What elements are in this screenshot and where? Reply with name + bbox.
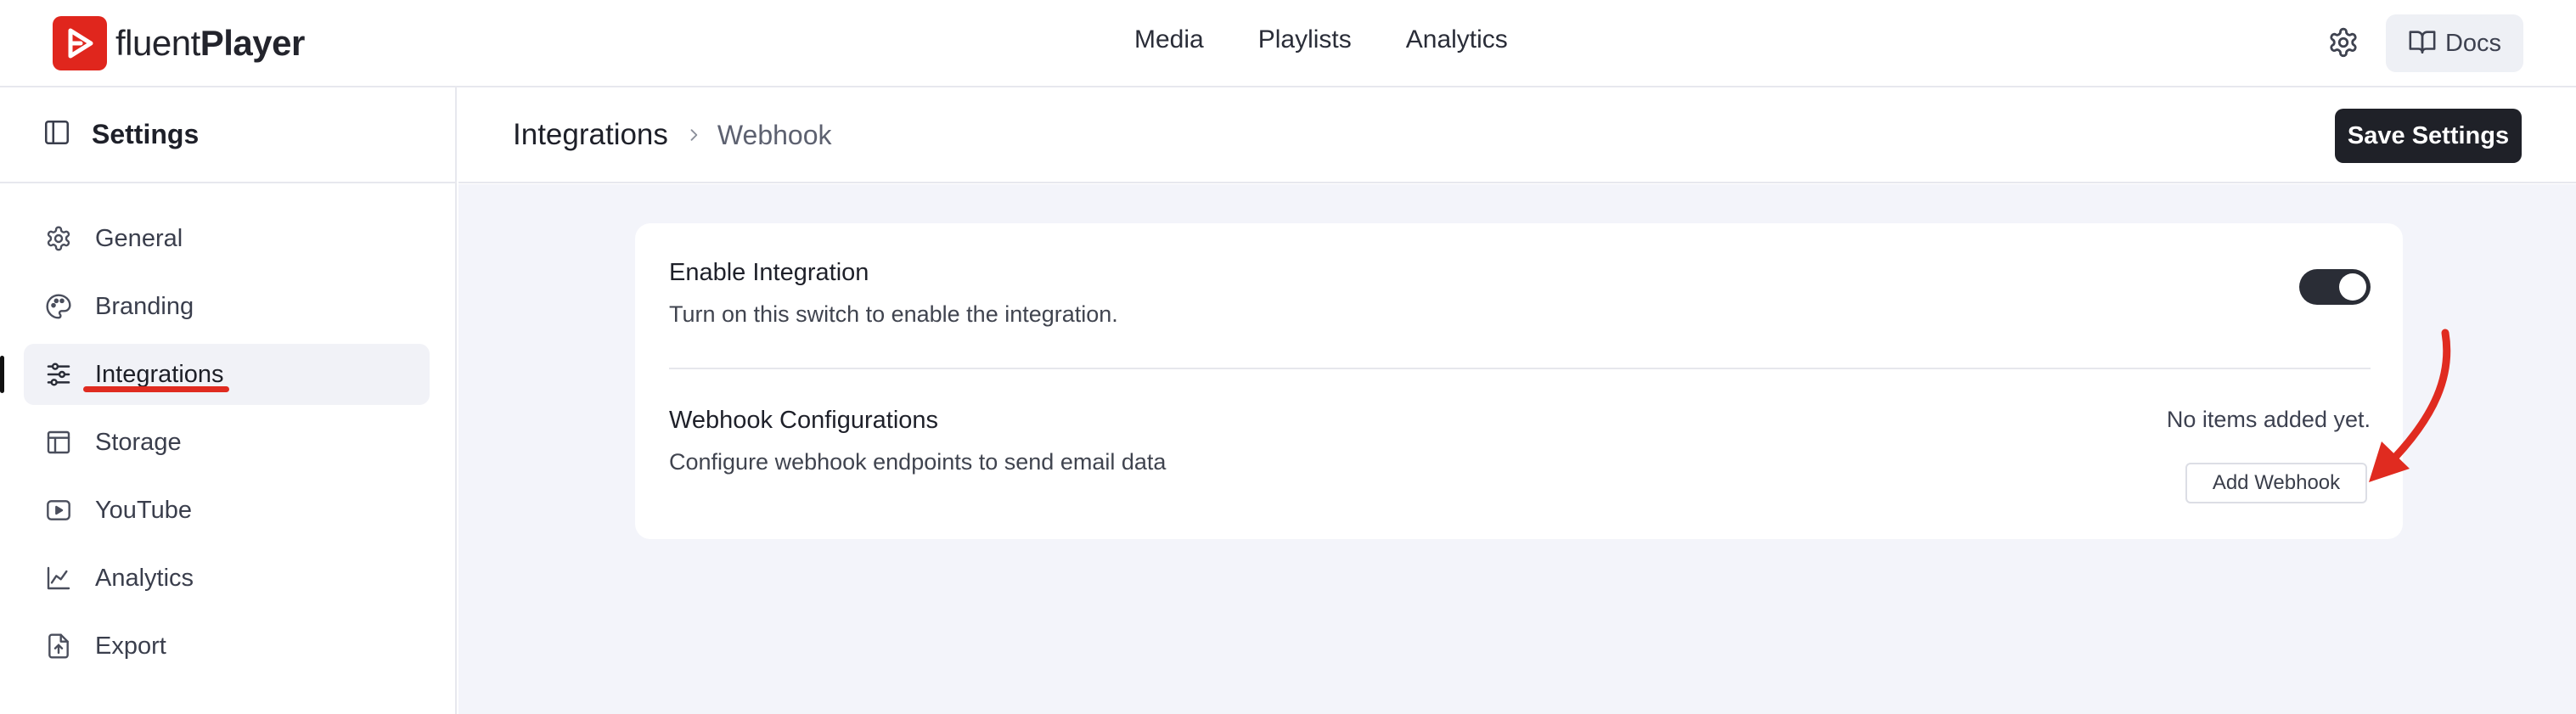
settings-sidebar: Settings General Branding Integrations S… (0, 87, 457, 714)
sidebar-item-export[interactable]: Export (24, 616, 430, 677)
logo-mark-icon (53, 16, 107, 70)
webhook-configurations-title: Webhook Configurations (669, 407, 939, 434)
sidebar-item-label: YouTube (95, 496, 192, 524)
active-indicator (0, 356, 4, 393)
sidebar-panel-icon[interactable] (42, 118, 71, 151)
sliders-icon (44, 360, 73, 389)
breadcrumb: Integrations Webhook (513, 118, 832, 152)
enable-integration-toggle[interactable] (2299, 269, 2371, 305)
chevron-right-icon (685, 126, 702, 143)
brand-name-light: fluent (115, 23, 200, 63)
webhook-configurations-description: Configure webhook endpoints to send emai… (669, 449, 1167, 475)
enable-integration-description: Turn on this switch to enable the integr… (669, 301, 1118, 327)
section-divider (669, 368, 2371, 369)
line-chart-icon (44, 564, 73, 593)
top-bar: fluentPlayer Media Playlists Analytics D… (0, 0, 2576, 87)
sidebar-item-youtube[interactable]: YouTube (24, 480, 430, 541)
nav-playlists[interactable]: Playlists (1258, 25, 1352, 54)
breadcrumb-integrations[interactable]: Integrations (513, 118, 668, 152)
add-webhook-button[interactable]: Add Webhook (2185, 463, 2367, 503)
sidebar-menu: General Branding Integrations Storage Yo… (0, 208, 457, 683)
empty-state-text: No items added yet. (2166, 407, 2371, 432)
docs-label: Docs (2444, 29, 2502, 57)
nav-analytics[interactable]: Analytics (1406, 25, 1508, 54)
breadcrumb-webhook: Webhook (717, 119, 832, 150)
save-settings-button[interactable]: Save Settings (2335, 109, 2522, 163)
sidebar-title: Settings (92, 119, 200, 149)
sidebar-item-branding[interactable]: Branding (24, 276, 430, 337)
brand-logo[interactable]: fluentPlayer (53, 16, 305, 70)
gear-icon (44, 224, 73, 253)
sidebar-item-label: Analytics (95, 564, 194, 592)
sidebar-item-label: Storage (95, 428, 182, 456)
brand-name: fluentPlayer (115, 23, 305, 64)
sidebar-header: Settings (0, 87, 455, 183)
main-content: Enable Integration Turn on this switch t… (458, 184, 2576, 714)
sidebar-item-label: Export (95, 632, 166, 660)
docs-button[interactable]: Docs (2386, 14, 2523, 72)
palette-icon (44, 292, 73, 321)
gear-icon[interactable] (2323, 22, 2364, 63)
storage-layout-icon (44, 428, 73, 457)
top-navigation: Media Playlists Analytics (1134, 25, 1508, 54)
book-open-icon (2408, 27, 2437, 60)
sidebar-item-label: Branding (95, 292, 194, 320)
enable-integration-title: Enable Integration (669, 259, 869, 286)
sidebar-item-storage[interactable]: Storage (24, 412, 430, 473)
sidebar-item-label: Integrations (95, 360, 224, 388)
annotation-underline (83, 386, 229, 392)
play-square-icon (44, 496, 73, 525)
sidebar-item-general[interactable]: General (24, 208, 430, 269)
nav-media[interactable]: Media (1134, 25, 1204, 54)
file-export-icon (44, 632, 73, 661)
sidebar-item-label: General (95, 224, 183, 252)
toggle-knob (2339, 273, 2366, 301)
sidebar-item-analytics[interactable]: Analytics (24, 548, 430, 609)
page-header: Integrations Webhook Save Settings (458, 87, 2576, 183)
webhook-settings-card: Enable Integration Turn on this switch t… (635, 223, 2403, 539)
sidebar-item-integrations[interactable]: Integrations (0, 344, 430, 405)
brand-name-bold: Player (200, 23, 306, 63)
